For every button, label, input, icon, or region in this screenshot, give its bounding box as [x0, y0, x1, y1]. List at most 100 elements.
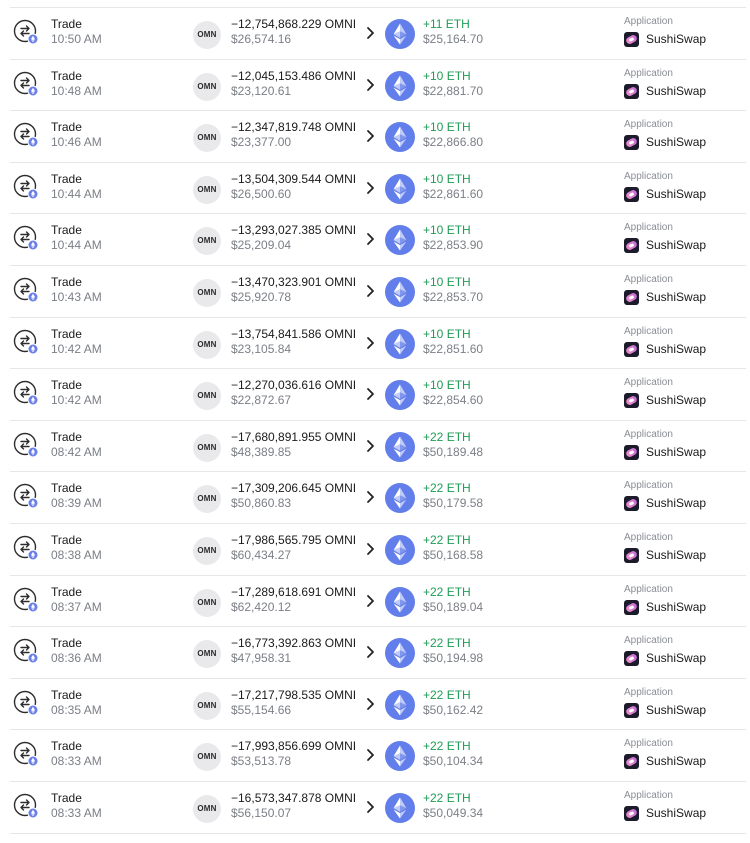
sent-usd-value: $60,434.27 [231, 548, 292, 562]
application-link[interactable]: SushiSwap [624, 238, 706, 254]
chevron-right-icon [365, 490, 375, 504]
swap-icon [13, 225, 39, 251]
application-link[interactable]: SushiSwap [624, 290, 706, 305]
trade-row[interactable]: Trade 08:39 AM OMN −17,309,206.645 OMNI … [0, 472, 750, 524]
sushiswap-logo-icon [624, 32, 639, 47]
application-info: Application SushiSwap [624, 326, 706, 357]
trade-info: Trade 08:33 AM [51, 739, 102, 769]
chevron-right-icon [365, 387, 375, 401]
received-usd-value: $22,851.60 [423, 341, 484, 356]
trade-time: 10:46 AM [51, 135, 102, 150]
received-usd-value: $50,189.48 [423, 444, 484, 459]
application-label: Application [624, 222, 673, 234]
application-label: Application [624, 583, 673, 595]
sent-token-amount: −13,293,027.385 OMNI [231, 223, 357, 238]
sent-usd-value: $22,872.67 [231, 393, 292, 408]
trade-row[interactable]: Trade 08:37 AM OMN −17,289,618.691 OMNI … [0, 576, 750, 628]
application-link[interactable]: SushiSwap [624, 496, 707, 512]
application-info: Application SushiSwap [624, 16, 706, 47]
trade-type-label: Trade [51, 68, 82, 83]
omni-token-icon: OMN [193, 21, 221, 49]
trade-row[interactable]: Trade 10:44 AM OMN −13,504,309.544 OMNI … [0, 163, 750, 215]
application-link[interactable]: SushiSwap [624, 754, 706, 770]
omni-token-icon: OMN [193, 640, 221, 669]
trade-row[interactable]: Trade 08:42 AM OMN −17,680,891.955 OMNI … [0, 421, 750, 473]
application-name: SushiSwap [646, 186, 707, 201]
application-link[interactable]: SushiSwap [624, 444, 706, 460]
sushiswap-logo-icon [624, 444, 639, 460]
sent-token-amount: −17,217,798.535 OMNI [231, 687, 357, 702]
trade-row[interactable]: Trade 08:33 AM OMN −16,573,347.878 OMNI … [0, 782, 750, 834]
sent-token-amount: −16,773,392.863 OMNI [231, 636, 357, 651]
application-link[interactable]: SushiSwap [624, 806, 706, 821]
chevron-right-icon [365, 439, 375, 453]
received-usd-value: $50,162.42 [423, 702, 484, 717]
sent-usd-value: $26,574.16 [231, 32, 292, 46]
swap-icon [13, 741, 39, 767]
received-eth-amount: +10 ETH [423, 275, 471, 289]
trade-type-label: Trade [51, 636, 82, 651]
trade-row[interactable]: Trade 10:48 AM OMN −12,045,153.486 OMNI … [0, 60, 750, 112]
sent-usd-value: $62,420.12 [231, 599, 292, 614]
application-link[interactable]: SushiSwap [624, 341, 706, 357]
application-label: Application [624, 686, 673, 698]
trade-info: Trade 10:44 AM [51, 172, 102, 202]
application-link[interactable]: SushiSwap [624, 83, 706, 99]
sent-usd-value: $23,377.00 [231, 135, 292, 150]
application-link[interactable]: SushiSwap [624, 548, 706, 563]
ethereum-icon [385, 793, 415, 823]
received-eth-amount: +10 ETH [423, 223, 471, 238]
application-link[interactable]: SushiSwap [624, 186, 707, 202]
application-link[interactable]: SushiSwap [624, 599, 706, 615]
trade-row[interactable]: Trade 08:35 AM OMN −17,217,798.535 OMNI … [0, 679, 750, 731]
received-usd-value: $22,854.60 [423, 393, 484, 408]
omni-token-icon: OMN [193, 382, 221, 411]
row-divider [10, 832, 746, 834]
trade-row[interactable]: Trade 08:33 AM OMN −17,993,856.699 OMNI … [0, 730, 750, 782]
application-name: SushiSwap [646, 496, 707, 511]
trade-info: Trade 08:39 AM [51, 481, 102, 511]
omni-token-icon: OMN [193, 485, 221, 514]
application-label: Application [624, 170, 673, 182]
sushiswap-logo-icon [624, 548, 639, 563]
trade-type-label: Trade [51, 739, 82, 754]
sushiswap-logo-icon [624, 496, 639, 512]
application-link[interactable]: SushiSwap [624, 393, 706, 409]
sushiswap-logo-icon [624, 806, 639, 821]
trade-row[interactable]: Trade 10:50 AM OMN −12,754,868.229 OMNI … [0, 8, 750, 60]
trade-row[interactable]: Trade 10:42 AM OMN −12,270,036.616 OMNI … [0, 369, 750, 421]
swap-icon [13, 19, 39, 45]
application-info: Application SushiSwap [624, 377, 706, 409]
trade-type-label: Trade [51, 429, 82, 444]
trade-type-label: Trade [51, 378, 82, 393]
ethereum-icon [385, 586, 415, 617]
application-link[interactable]: SushiSwap [624, 32, 706, 47]
trade-time: 10:44 AM [51, 186, 102, 201]
swap-icon [13, 535, 39, 561]
transaction-list: Trade 10:50 AM OMN −12,754,868.229 OMNI … [0, 0, 750, 843]
received-amount: +10 ETH $22,853.70 [423, 275, 483, 305]
trade-row[interactable]: Trade 10:43 AM OMN −13,470,323.901 OMNI … [0, 266, 750, 318]
application-info: Application SushiSwap [624, 429, 706, 460]
application-link[interactable]: SushiSwap [624, 135, 706, 151]
ethereum-icon [385, 328, 415, 359]
application-link[interactable]: SushiSwap [624, 651, 706, 667]
swap-icon [13, 587, 39, 613]
swap-icon [13, 483, 39, 509]
application-link[interactable]: SushiSwap [624, 702, 706, 718]
trade-time: 10:42 AM [51, 341, 102, 356]
trade-row[interactable]: Trade 10:46 AM OMN −12,347,819.748 OMNI … [0, 111, 750, 163]
received-amount: +22 ETH $50,189.04 [423, 585, 483, 615]
ethereum-icon [385, 483, 415, 514]
received-eth-amount: +22 ETH [423, 481, 471, 496]
sent-token-amount: −17,309,206.645 OMNI [231, 481, 357, 496]
chevron-right-icon [365, 594, 375, 608]
received-eth-amount: +10 ETH [423, 378, 471, 393]
sushiswap-logo-icon [624, 83, 639, 99]
trade-row[interactable]: Trade 08:36 AM OMN −16,773,392.863 OMNI … [0, 627, 750, 679]
trade-row[interactable]: Trade 08:38 AM OMN −17,986,565.795 OMNI … [0, 524, 750, 576]
chevron-right-icon [365, 748, 375, 762]
trade-row[interactable]: Trade 10:44 AM OMN −13,293,027.385 OMNI … [0, 214, 750, 266]
application-info: Application SushiSwap [624, 119, 706, 151]
trade-row[interactable]: Trade 10:42 AM OMN −13,754,841.586 OMNI … [0, 318, 750, 370]
